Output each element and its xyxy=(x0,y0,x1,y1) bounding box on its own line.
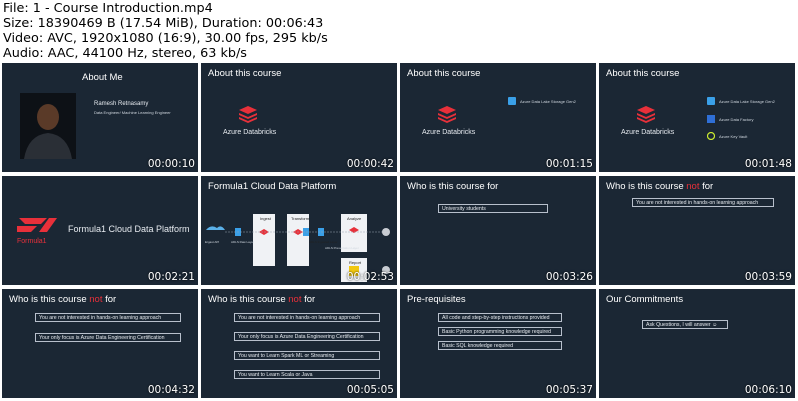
thumbnail-about-me[interactable]: About Me Ramesh Retnasamy Data Engineer/… xyxy=(2,63,198,172)
audio-info-line: Audio: AAC, 44100 Hz, stereo, 63 kb/s xyxy=(3,46,247,61)
timestamp: 00:02:53 xyxy=(346,271,394,283)
timestamp: 00:01:48 xyxy=(744,158,792,170)
slide-title: About Me xyxy=(82,72,123,83)
thumbnail-grid: About Me Ramesh Retnasamy Data Engineer/… xyxy=(0,63,798,401)
adls-label: Azure Data Lake Storage Gen2 xyxy=(520,99,576,104)
slide-title: Pre-requisites xyxy=(407,294,466,305)
adls-icon xyxy=(707,97,715,105)
thumbnail-about-course-2[interactable]: About this course Azure Databricks Azure… xyxy=(400,63,596,172)
slide-title: Who is this course not for xyxy=(606,181,714,192)
file-name-line: File: 1 - Course Introduction.mp4 xyxy=(3,1,213,16)
audience-item: Your only focus is Azure Data Engineerin… xyxy=(234,332,380,341)
key-vault-icon xyxy=(707,132,715,140)
slide-title: About this course xyxy=(407,68,481,79)
stage-ingest-label: Ingest xyxy=(260,216,271,221)
source-label: Ergast API xyxy=(205,240,220,244)
timestamp: 00:03:26 xyxy=(545,271,593,283)
audience-item: University students xyxy=(438,204,548,213)
key-vault-label: Azure Key Vault xyxy=(719,134,748,139)
adls-label: Azure Data Lake Storage Gen2 xyxy=(719,99,775,104)
thumbnail-who-not-for-1[interactable]: Who is this course not for You are not i… xyxy=(599,176,795,285)
thumbnail-who-for[interactable]: Who is this course for University studen… xyxy=(400,176,596,285)
thumbnail-about-course-3[interactable]: About this course Azure Databricks Azure… xyxy=(599,63,795,172)
stage-analyze-label: Analyze xyxy=(347,216,362,221)
timestamp: 00:04:32 xyxy=(147,384,195,396)
speaker-name: Ramesh Retnasamy xyxy=(94,101,149,107)
timestamp: 00:00:42 xyxy=(346,158,394,170)
stage-transform-label: Transform xyxy=(291,216,310,221)
databricks-icon xyxy=(637,106,655,123)
commitment-item: Ask Questions, I will answer ☺ xyxy=(642,320,728,329)
prerequisite-item: Basic Python programming knowledge requi… xyxy=(438,327,562,336)
slide-title: About this course xyxy=(208,68,282,79)
adls-icon xyxy=(508,97,516,105)
stage-report-label: Report xyxy=(349,260,362,265)
file-info-header: File: 1 - Course Introduction.mp4 Size: … xyxy=(0,0,798,61)
raw-layer-label: ADLS Raw Layer xyxy=(231,240,255,244)
slide-title: Formula1 Cloud Data Platform xyxy=(68,224,190,234)
timestamp: 00:05:37 xyxy=(545,384,593,396)
data-factory-icon xyxy=(707,115,715,123)
ingested-layer-label: ADLS Ingested Layer xyxy=(309,240,338,244)
thumbnail-formula1-intro[interactable]: Formula1 Formula1 Cloud Data Platform 00… xyxy=(2,176,198,285)
timestamp: 00:03:59 xyxy=(744,271,792,283)
speaker-role: Data Engineer/ Machine Learning Engineer xyxy=(94,110,171,115)
thumbnail-who-not-for-3[interactable]: Who is this course not for You are not i… xyxy=(201,289,397,398)
slide-title: Formula1 Cloud Data Platform xyxy=(208,181,337,192)
databricks-label: Azure Databricks xyxy=(422,129,476,136)
timestamp: 00:05:05 xyxy=(346,384,394,396)
slide-title: Who is this course not for xyxy=(208,294,316,305)
slide-title: Who is this course for xyxy=(407,181,499,192)
prerequisite-item: All code and step-by-step instructions p… xyxy=(438,313,562,322)
prerequisite-item: Basic SQL knowledge required xyxy=(438,341,562,350)
formula1-logo-text: Formula1 xyxy=(17,238,47,245)
video-info-line: Video: AVC, 1920x1080 (16:9), 30.00 fps,… xyxy=(3,31,328,46)
timestamp: 00:02:21 xyxy=(147,271,195,283)
databricks-icon xyxy=(438,106,456,123)
slide-title: About this course xyxy=(606,68,680,79)
audience-item: You are not interested in hands-on learn… xyxy=(35,313,181,322)
data-factory-label: Azure Data Factory xyxy=(719,117,754,122)
timestamp: 00:00:10 xyxy=(147,158,195,170)
databricks-icon xyxy=(239,106,257,123)
thumbnail-who-not-for-2[interactable]: Who is this course not for You are not i… xyxy=(2,289,198,398)
thumbnail-about-course-1[interactable]: About this course Azure Databricks 00:00… xyxy=(201,63,397,172)
databricks-label: Azure Databricks xyxy=(621,129,675,136)
databricks-label: Azure Databricks xyxy=(223,129,277,136)
slide-title: Who is this course not for xyxy=(9,294,117,305)
thumbnail-prerequisites[interactable]: Pre-requisites All code and step-by-step… xyxy=(400,289,596,398)
audience-item: You are not interested in hands-on learn… xyxy=(632,198,774,207)
speaker-photo xyxy=(20,93,76,159)
file-size-line: Size: 18390469 B (17.54 MiB), Duration: … xyxy=(3,16,324,31)
audience-item: Your only focus is Azure Data Engineerin… xyxy=(35,333,181,342)
audience-item: You want to Learn Scala or Java xyxy=(234,370,380,379)
presentation-layer-label: ADLS Presentation Layer xyxy=(325,246,359,250)
thumbnail-commitments[interactable]: Our Commitments Ask Questions, I will an… xyxy=(599,289,795,398)
timestamp: 00:01:15 xyxy=(545,158,593,170)
audience-item: You are not interested in hands-on learn… xyxy=(234,313,380,322)
audience-item: You want to Learn Spark ML or Streaming xyxy=(234,351,380,360)
thumbnail-formula1-platform[interactable]: Formula1 Cloud Data Platform Ingest Tran… xyxy=(201,176,397,285)
slide-title: Our Commitments xyxy=(606,294,684,305)
timestamp: 00:06:10 xyxy=(744,384,792,396)
